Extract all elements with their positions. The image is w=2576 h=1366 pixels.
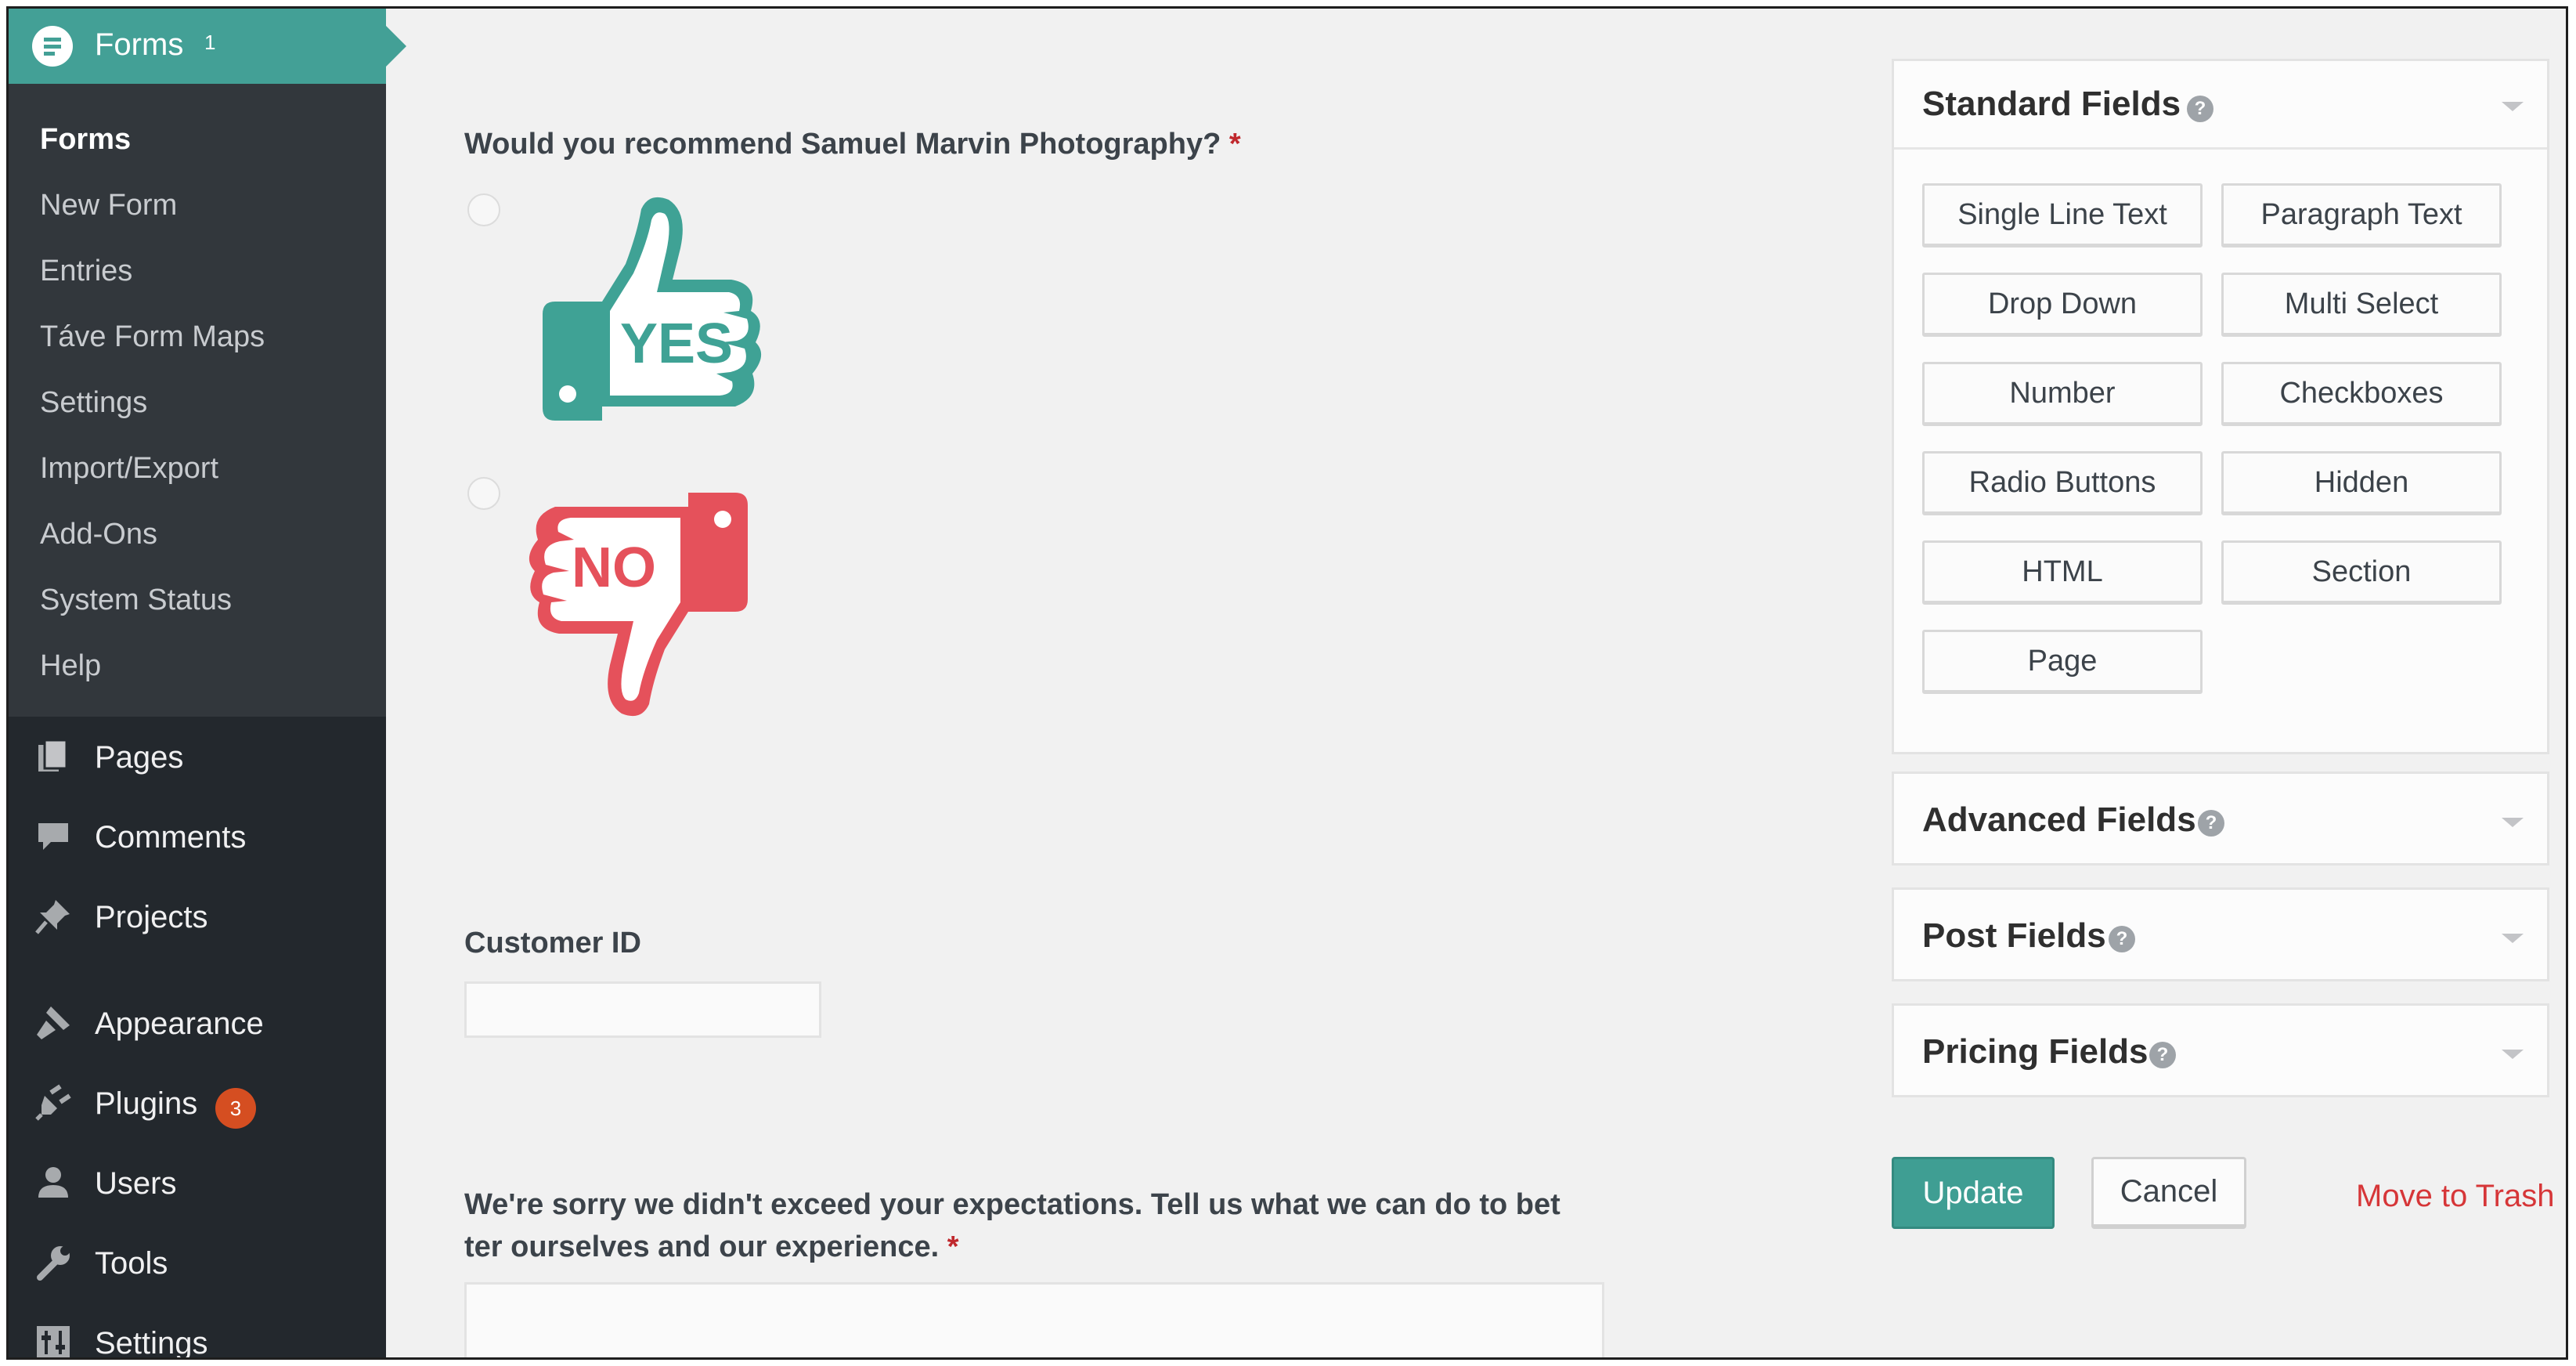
sidebar-item-label: Plugins <box>95 1086 198 1121</box>
pricing-fields-panel[interactable]: Pricing Fields ? <box>1892 1003 2549 1097</box>
sidebar-item-label: Appearance <box>95 1006 264 1041</box>
paragraph-text-button[interactable]: Paragraph Text <box>2221 183 2502 248</box>
advanced-fields-panel[interactable]: Advanced Fields ? <box>1892 772 2549 865</box>
app-frame: Forms 1 Forms New Form Entries Táve Form… <box>6 6 2568 1360</box>
form-editor: Would you recommend Samuel Marvin Photog… <box>386 9 1874 1357</box>
submenu-item-import-export[interactable]: Import/Export <box>40 452 218 486</box>
required-marker: * <box>947 1230 959 1263</box>
sidebar-item-label: Users <box>95 1166 177 1201</box>
help-icon[interactable]: ? <box>2187 96 2213 122</box>
help-icon[interactable]: ? <box>2109 926 2135 952</box>
chevron-down-icon <box>2502 818 2524 827</box>
standard-fields-panel: Standard Fields ? Single Line Text Parag… <box>1892 59 2549 754</box>
chevron-down-icon <box>2502 102 2524 111</box>
customer-id-input[interactable] <box>464 981 821 1038</box>
sidebar-item-pages[interactable]: Pages <box>9 726 386 789</box>
panel-title: Advanced Fields <box>1922 800 2196 839</box>
checkboxes-button[interactable]: Checkboxes <box>2221 362 2502 426</box>
forms-submenu: Forms New Form Entries Táve Form Maps Se… <box>9 84 386 717</box>
sidebar-forms-header[interactable]: Forms 1 <box>9 9 406 84</box>
section-button[interactable]: Section <box>2221 540 2502 605</box>
thumbs-down-no-icon[interactable]: NO <box>524 469 767 728</box>
sidebar-item-users[interactable]: Users <box>9 1152 386 1215</box>
hidden-button[interactable]: Hidden <box>2221 451 2502 515</box>
no-option-text: NO <box>572 537 656 599</box>
radio-no[interactable] <box>467 477 500 510</box>
multi-select-button[interactable]: Multi Select <box>2221 273 2502 337</box>
sidebar-item-label: Tools <box>95 1246 168 1281</box>
settings-icon <box>37 1326 70 1357</box>
yes-option-text: YES <box>620 313 733 375</box>
improvement-question-label: We're sorry we didn't exceed your expect… <box>464 1184 1623 1268</box>
admin-sidebar: Forms 1 Forms New Form Entries Táve Form… <box>9 9 406 1360</box>
recommend-question-label: Would you recommend Samuel Marvin Photog… <box>464 128 1241 161</box>
customer-id-label: Customer ID <box>464 927 641 959</box>
panel-divider <box>1894 147 2547 150</box>
number-button[interactable]: Number <box>1922 362 2203 426</box>
question-line-2-wrap: ter ourselves and our experience. * <box>464 1226 1623 1268</box>
radio-buttons-button[interactable]: Radio Buttons <box>1922 451 2203 515</box>
sidebar-item-appearance[interactable]: Appearance <box>9 992 386 1055</box>
submenu-item-tave-form-maps[interactable]: Táve Form Maps <box>40 320 265 354</box>
sidebar-item-projects[interactable]: Projects <box>9 886 386 949</box>
panel-title: Post Fields <box>1922 916 2106 955</box>
submenu-item-forms[interactable]: Forms <box>40 123 131 157</box>
question-text: Would you recommend Samuel Marvin Photog… <box>464 128 1221 161</box>
panel-title: Pricing Fields <box>1922 1032 2148 1071</box>
submenu-item-system-status[interactable]: System Status <box>40 584 232 617</box>
update-button[interactable]: Update <box>1892 1157 2055 1229</box>
sidebar-item-label: Pages <box>95 740 184 775</box>
help-icon[interactable]: ? <box>2149 1042 2176 1068</box>
submenu-item-settings[interactable]: Settings <box>40 386 147 420</box>
html-button[interactable]: HTML <box>1922 540 2203 605</box>
single-line-text-button[interactable]: Single Line Text <box>1922 183 2203 248</box>
plugin-icon <box>35 1084 71 1121</box>
submenu-item-help[interactable]: Help <box>40 649 101 683</box>
page-button[interactable]: Page <box>1922 630 2203 694</box>
sidebar-item-settings[interactable]: Settings <box>9 1312 386 1360</box>
forms-logo-icon <box>32 26 73 67</box>
plugins-update-badge: 3 <box>215 1088 256 1129</box>
panel-title: Standard Fields <box>1922 85 2181 123</box>
comments-icon <box>38 823 68 850</box>
sidebar-item-label: Settings <box>95 1326 208 1360</box>
submenu-item-new-form[interactable]: New Form <box>40 189 177 222</box>
submenu-item-entries[interactable]: Entries <box>40 255 132 288</box>
radio-yes[interactable] <box>467 193 500 226</box>
required-marker: * <box>1228 128 1241 161</box>
sidebar-item-comments[interactable]: Comments <box>9 806 386 869</box>
help-icon[interactable]: ? <box>2198 810 2224 837</box>
brush-icon <box>37 1006 70 1039</box>
standard-fields-header[interactable]: Standard Fields ? <box>1894 61 2547 147</box>
drop-down-button[interactable]: Drop Down <box>1922 273 2203 337</box>
sidebar-item-tools[interactable]: Tools <box>9 1232 386 1295</box>
post-fields-panel[interactable]: Post Fields ? <box>1892 887 2549 981</box>
forms-menu-title: Forms <box>95 27 184 62</box>
sidebar-item-plugins[interactable]: Plugins 3 <box>9 1072 386 1135</box>
pin-icon <box>35 900 70 934</box>
user-icon <box>38 1167 68 1198</box>
cancel-button[interactable]: Cancel <box>2091 1157 2246 1229</box>
pages-icon <box>38 739 68 772</box>
improvement-textarea[interactable] <box>464 1282 1604 1357</box>
forms-count-badge: 1 <box>204 31 216 54</box>
move-to-trash-link[interactable]: Move to Trash <box>2356 1179 2554 1214</box>
question-line-1: We're sorry we didn't exceed your expect… <box>464 1188 1560 1221</box>
thumbs-up-yes-icon[interactable]: YES <box>524 186 767 444</box>
sidebar-item-label: Projects <box>95 900 208 934</box>
sidebar-item-label: Comments <box>95 820 247 855</box>
question-line-2: ter ourselves and our experience. <box>464 1230 940 1263</box>
chevron-down-icon <box>2502 1050 2524 1059</box>
chevron-down-icon <box>2502 934 2524 943</box>
submenu-item-add-ons[interactable]: Add-Ons <box>40 518 157 551</box>
wrench-icon <box>37 1246 70 1281</box>
